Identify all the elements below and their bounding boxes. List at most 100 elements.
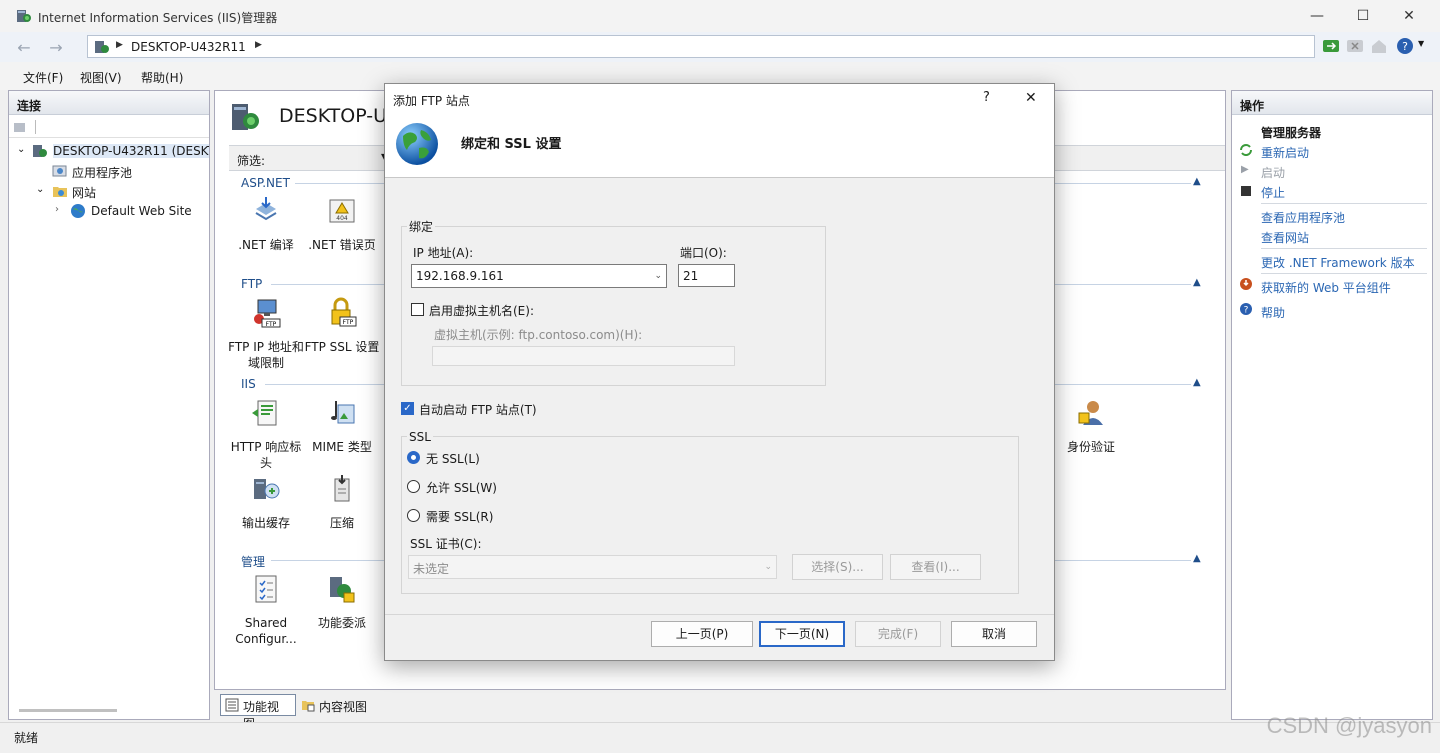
ssl-select-button[interactable]: 选择(S)... xyxy=(792,554,883,580)
cancel-button[interactable]: 取消 xyxy=(951,621,1037,647)
help-icon: ? xyxy=(1240,303,1252,316)
feature-mime-types[interactable]: MIME 类型 xyxy=(304,397,380,455)
action-stop[interactable]: 停止 xyxy=(1261,184,1285,201)
breadcrumb-separator-icon[interactable]: ▶ xyxy=(116,40,123,50)
autostart-checkbox[interactable]: ✓ xyxy=(401,402,414,415)
svg-text:FTP: FTP xyxy=(343,319,354,326)
feature-ftp-ssl-settings[interactable]: FTP FTP SSL 设置 xyxy=(304,297,380,355)
ftp-ip-icon: FTP xyxy=(254,299,281,328)
refresh-icon[interactable] xyxy=(1322,37,1340,55)
feature-delegation[interactable]: 功能委派 xyxy=(304,573,380,631)
ssl-view-button[interactable]: 查看(I)... xyxy=(890,554,981,580)
action-get-web-platform[interactable]: 获取新的 Web 平台组件 xyxy=(1261,279,1391,296)
feature-authentication[interactable]: 身份验证 xyxy=(1053,397,1129,455)
actions-divider xyxy=(1261,248,1427,249)
ssl-cert-value: 未选定 xyxy=(413,562,450,576)
ssl-allow-radio[interactable] xyxy=(407,480,420,493)
feature-shared-configuration[interactable]: Shared Configur... xyxy=(228,573,304,647)
close-window-button[interactable]: ✕ xyxy=(1386,0,1432,32)
collapse-ftp-icon[interactable]: ▲ xyxy=(1193,277,1201,288)
action-restart[interactable]: 重新启动 xyxy=(1261,144,1309,161)
maximize-button[interactable]: ☐ xyxy=(1340,0,1386,32)
action-help[interactable]: 帮助 xyxy=(1261,304,1285,321)
feature-net-compile[interactable]: .NET 编译 xyxy=(228,195,304,253)
dialog-title: 添加 FTP 站点 xyxy=(393,94,470,108)
port-input[interactable]: 21 xyxy=(678,264,735,287)
dialog-header: 绑定和 SSL 设置 xyxy=(385,114,1054,178)
ip-address-value: 192.168.9.161 xyxy=(416,269,504,283)
vhost-checkbox[interactable] xyxy=(411,303,424,316)
connect-icon[interactable] xyxy=(13,120,27,134)
autostart-label: 自动启动 FTP 站点(T) xyxy=(419,403,537,417)
stop-icon xyxy=(1241,186,1251,196)
ip-address-label: IP 地址(A): xyxy=(413,246,474,260)
feature-net-error-pages[interactable]: 404 .NET 错误页 xyxy=(304,195,380,253)
view-tabs: 功能视图 内容视图 xyxy=(214,694,614,731)
expand-server-chevron-icon[interactable]: ⌄ xyxy=(17,144,25,155)
output-cache-icon xyxy=(254,479,280,499)
action-change-net-framework[interactable]: 更改 .NET Framework 版本 xyxy=(1261,254,1415,271)
stop-icon[interactable] xyxy=(1346,37,1364,55)
menu-help[interactable]: 帮助(H) xyxy=(141,69,183,86)
dialog-help-button[interactable]: ? xyxy=(983,90,990,105)
sites-folder-icon xyxy=(53,187,67,197)
feature-label: .NET 编译 xyxy=(238,238,294,252)
tree-item-sites[interactable]: 网站 xyxy=(72,184,96,201)
actions-pane: 操作 管理服务器 重新启动 ▶ 启动 停止 查看应用程序池 查看网站 更改 .N… xyxy=(1231,90,1433,720)
tab-content-view[interactable]: 内容视图 xyxy=(296,694,376,716)
back-arrow-icon[interactable]: ← xyxy=(12,37,36,57)
tree-item-server[interactable]: DESKTOP-U432R11 (DESKT xyxy=(53,144,209,158)
group-manage: 管理 xyxy=(241,555,266,569)
expand-sites-chevron-icon[interactable]: ⌄ xyxy=(36,184,44,195)
action-view-app-pools[interactable]: 查看应用程序池 xyxy=(1261,209,1345,226)
feature-label: 功能委派 xyxy=(317,616,366,630)
collapse-aspnet-icon[interactable]: ▲ xyxy=(1193,176,1201,187)
help-dropdown-chevron-icon[interactable]: ▼ xyxy=(1418,39,1424,48)
home-icon[interactable] xyxy=(1370,37,1388,55)
prev-button[interactable]: 上一页(P) xyxy=(651,621,753,647)
lock-icon: FTP xyxy=(331,297,357,327)
menu-view[interactable]: 视图(V) xyxy=(80,69,122,86)
collapse-manage-icon[interactable]: ▲ xyxy=(1193,553,1201,564)
feature-http-response-headers[interactable]: HTTP 响应标头 xyxy=(228,397,304,471)
collapse-iis-icon[interactable]: ▲ xyxy=(1193,377,1201,388)
feature-label: 压缩 xyxy=(329,516,354,530)
feature-ftp-ip-restrictions[interactable]: FTP FTP IP 地址和域限制 xyxy=(228,297,304,371)
group-iis: IIS xyxy=(241,377,256,391)
page-title: DESKTOP-U xyxy=(279,105,388,127)
tab-features-view[interactable]: 功能视图 xyxy=(220,694,296,731)
chevron-down-icon[interactable]: ⌄ xyxy=(764,562,772,572)
expand-default-site-chevron-icon[interactable]: › xyxy=(55,204,59,215)
virtual-host-input[interactable] xyxy=(432,346,735,366)
breadcrumb-server[interactable]: DESKTOP-U432R11 xyxy=(131,40,246,54)
address-toolbar: ← → ▶ DESKTOP-U432R11 ▶ ? ▼ xyxy=(0,32,1440,62)
dialog-close-button[interactable]: ✕ xyxy=(1025,90,1037,106)
ssl-require-label: 需要 SSL(R) xyxy=(426,510,494,524)
feature-output-caching[interactable]: 输出缓存 xyxy=(228,473,304,531)
delegation-icon xyxy=(330,577,355,603)
action-view-sites[interactable]: 查看网站 xyxy=(1261,229,1309,246)
iis-app-icon xyxy=(17,10,31,22)
tree-item-app-pools[interactable]: 应用程序池 xyxy=(72,164,132,181)
ssl-cert-combo[interactable]: 未选定 ⌄ xyxy=(408,555,777,579)
feature-compression[interactable]: 压缩 xyxy=(304,473,380,531)
menu-file[interactable]: 文件(F) xyxy=(23,69,63,86)
help-icon[interactable]: ? xyxy=(1396,37,1414,55)
svg-text:?: ? xyxy=(1244,306,1249,316)
breadcrumb-separator-icon[interactable]: ▶ xyxy=(255,40,262,50)
http-headers-icon xyxy=(252,400,277,426)
group-aspnet: ASP.NET xyxy=(241,176,290,190)
horizontal-scrollbar[interactable] xyxy=(19,709,117,712)
next-button[interactable]: 下一页(N) xyxy=(759,621,845,647)
minimize-button[interactable]: — xyxy=(1294,0,1340,32)
chevron-down-icon[interactable]: ⌄ xyxy=(654,271,662,281)
ssl-none-radio[interactable] xyxy=(407,451,420,464)
finish-button[interactable]: 完成(F) xyxy=(855,621,941,647)
binding-group-label: 绑定 xyxy=(407,218,436,235)
watermark: CSDN @jyasyon xyxy=(1266,713,1432,738)
ip-address-combo[interactable]: 192.168.9.161 ⌄ xyxy=(411,264,667,288)
tree-item-default-web-site[interactable]: Default Web Site xyxy=(91,204,192,218)
address-bar[interactable]: ▶ DESKTOP-U432R11 ▶ xyxy=(87,35,1315,58)
forward-arrow-icon[interactable]: → xyxy=(44,37,68,57)
ssl-require-radio[interactable] xyxy=(407,509,420,522)
